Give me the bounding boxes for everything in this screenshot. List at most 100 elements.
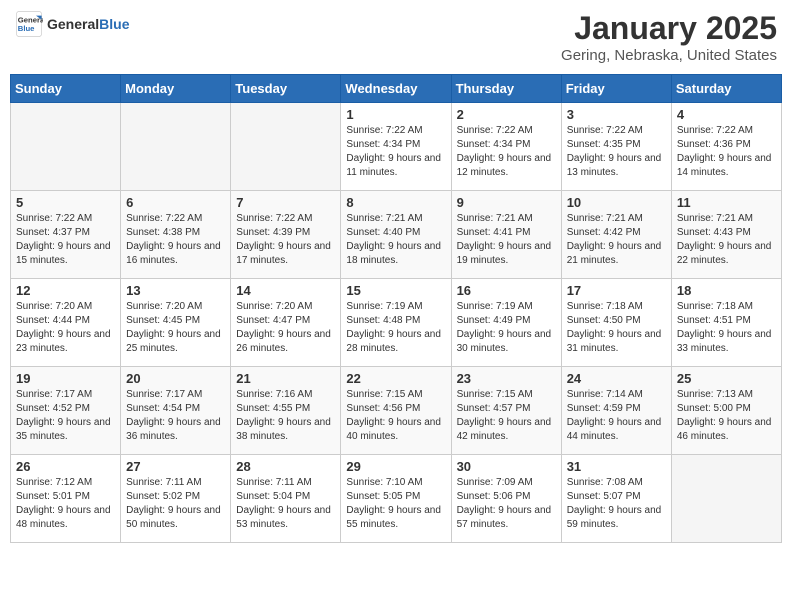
sunset-label: Sunset: 4:38 PM bbox=[126, 227, 200, 238]
day-cell-16: 16Sunrise: 7:19 AMSunset: 4:49 PMDayligh… bbox=[451, 279, 561, 367]
logo: General Blue GeneralBlue bbox=[15, 10, 129, 38]
day-number: 4 bbox=[677, 107, 776, 122]
calendar-week-3: 12Sunrise: 7:20 AMSunset: 4:44 PMDayligh… bbox=[11, 279, 782, 367]
day-info: Sunrise: 7:22 AMSunset: 4:38 PMDaylight:… bbox=[126, 212, 225, 268]
sunrise-label: Sunrise: 7:22 AM bbox=[457, 125, 533, 136]
weekday-header-friday: Friday bbox=[561, 75, 671, 103]
location-title: Gering, Nebraska, United States bbox=[561, 47, 777, 64]
sunset-label: Sunset: 5:00 PM bbox=[677, 403, 751, 414]
sunset-label: Sunset: 4:55 PM bbox=[236, 403, 310, 414]
day-info: Sunrise: 7:21 AMSunset: 4:40 PMDaylight:… bbox=[346, 212, 445, 268]
calendar-week-4: 19Sunrise: 7:17 AMSunset: 4:52 PMDayligh… bbox=[11, 367, 782, 455]
daylight-label: Daylight: 9 hours and 25 minutes. bbox=[126, 329, 221, 354]
sunset-label: Sunset: 4:51 PM bbox=[677, 315, 751, 326]
daylight-label: Daylight: 9 hours and 21 minutes. bbox=[567, 241, 662, 266]
day-number: 16 bbox=[457, 283, 556, 298]
day-cell-7: 7 Sunrise: 7:22 AM Sunset: 4:39 PM Daylight… bbox=[231, 191, 341, 279]
day-number: 29 bbox=[346, 459, 445, 474]
day-info: Sunrise: 7:21 AMSunset: 4:42 PMDaylight:… bbox=[567, 212, 666, 268]
daylight-label: Daylight: 9 hours and 15 minutes. bbox=[16, 241, 111, 266]
sunrise-label: Sunrise: 7:12 AM bbox=[16, 477, 92, 488]
day-number: 1 bbox=[346, 107, 445, 122]
sunrise-label: Sunrise: 7:22 AM bbox=[16, 213, 92, 224]
day-info: Sunrise: 7:17 AMSunset: 4:54 PMDaylight:… bbox=[126, 388, 225, 444]
sunrise-label: Sunrise: 7:17 AM bbox=[16, 389, 92, 400]
day-cell-27: 27Sunrise: 7:11 AMSunset: 5:02 PMDayligh… bbox=[121, 455, 231, 543]
day-info: Sunrise: 7:12 AMSunset: 5:01 PMDaylight:… bbox=[16, 476, 115, 532]
sunrise-label: Sunrise: 7:13 AM bbox=[677, 389, 753, 400]
sunset-label: Sunset: 4:35 PM bbox=[567, 139, 641, 150]
daylight-label: Daylight: 9 hours and 36 minutes. bbox=[126, 417, 221, 442]
sunrise-label: Sunrise: 7:16 AM bbox=[236, 389, 312, 400]
sunrise-label: Sunrise: 7:18 AM bbox=[677, 301, 753, 312]
sunrise-label: Sunrise: 7:20 AM bbox=[126, 301, 202, 312]
calendar-week-2: 5Sunrise: 7:22 AMSunset: 4:37 PMDaylight… bbox=[11, 191, 782, 279]
daylight-label: Daylight: 9 hours and 22 minutes. bbox=[677, 241, 772, 266]
day-info: Sunrise: 7:18 AMSunset: 4:51 PMDaylight:… bbox=[677, 300, 776, 356]
daylight-label: Daylight: 9 hours and 40 minutes. bbox=[346, 417, 441, 442]
weekday-header-sunday: Sunday bbox=[11, 75, 121, 103]
sunrise-label: Sunrise: 7:11 AM bbox=[236, 477, 311, 488]
sunrise-label: Sunrise: 7:15 AM bbox=[346, 389, 422, 400]
day-info: Sunrise: 7:15 AM Sunset: 4:56 PM Daylight:… bbox=[346, 388, 445, 444]
sunset-label: Sunset: 4:59 PM bbox=[567, 403, 641, 414]
daylight-label: Daylight: 9 hours and 23 minutes. bbox=[16, 329, 111, 354]
daylight-label: Daylight: 9 hours and 50 minutes. bbox=[126, 505, 221, 530]
day-number: 11 bbox=[677, 195, 776, 210]
logo-text: GeneralBlue bbox=[47, 16, 129, 32]
day-cell-15: 15Sunrise: 7:19 AMSunset: 4:48 PMDayligh… bbox=[341, 279, 451, 367]
day-cell-21: 21Sunrise: 7:16 AMSunset: 4:55 PMDayligh… bbox=[231, 367, 341, 455]
sunset-label: Sunset: 4:43 PM bbox=[677, 227, 751, 238]
day-number: 7 bbox=[236, 195, 335, 210]
sunrise-label: Sunrise: 7:19 AM bbox=[457, 301, 533, 312]
daylight-label: Daylight: 9 hours and 35 minutes. bbox=[16, 417, 111, 442]
sunset-label: Sunset: 4:39 PM bbox=[236, 227, 310, 238]
day-info: Sunrise: 7:10 AMSunset: 5:05 PMDaylight:… bbox=[346, 476, 445, 532]
daylight-label: Daylight: 9 hours and 53 minutes. bbox=[236, 505, 331, 530]
daylight-label: Daylight: 9 hours and 59 minutes. bbox=[567, 505, 662, 530]
empty-cell bbox=[121, 103, 231, 191]
day-cell-30: 30Sunrise: 7:09 AMSunset: 5:06 PMDayligh… bbox=[451, 455, 561, 543]
day-cell-18: 18Sunrise: 7:18 AMSunset: 4:51 PMDayligh… bbox=[671, 279, 781, 367]
day-cell-1: 1Sunrise: 7:22 AMSunset: 4:34 PMDaylight… bbox=[341, 103, 451, 191]
sunrise-label: Sunrise: 7:10 AM bbox=[346, 477, 422, 488]
day-cell-17: 17Sunrise: 7:18 AMSunset: 4:50 PMDayligh… bbox=[561, 279, 671, 367]
daylight-label: Daylight: 9 hours and 14 minutes. bbox=[677, 153, 772, 178]
sunset-label: Sunset: 5:01 PM bbox=[16, 491, 90, 502]
daylight-label: Daylight: 9 hours and 13 minutes. bbox=[567, 153, 662, 178]
sunrise-label: Sunrise: 7:17 AM bbox=[126, 389, 202, 400]
day-number: 19 bbox=[16, 371, 115, 386]
daylight-label: Daylight: 9 hours and 16 minutes. bbox=[126, 241, 221, 266]
daylight-label: Daylight: 9 hours and 44 minutes. bbox=[567, 417, 662, 442]
day-number: 26 bbox=[16, 459, 115, 474]
sunrise-label: Sunrise: 7:20 AM bbox=[16, 301, 92, 312]
day-info: Sunrise: 7:15 AMSunset: 4:57 PMDaylight:… bbox=[457, 388, 556, 444]
sunrise-label: Sunrise: 7:08 AM bbox=[567, 477, 643, 488]
sunset-label: Sunset: 4:56 PM bbox=[346, 403, 420, 414]
sunset-label: Sunset: 4:40 PM bbox=[346, 227, 420, 238]
sunrise-label: Sunrise: 7:09 AM bbox=[457, 477, 533, 488]
sunrise-label: Sunrise: 7:22 AM bbox=[567, 125, 643, 136]
day-cell-31: 31Sunrise: 7:08 AMSunset: 5:07 PMDayligh… bbox=[561, 455, 671, 543]
daylight-label: Daylight: 9 hours and 17 minutes. bbox=[236, 241, 331, 266]
day-info: Sunrise: 7:21 AMSunset: 4:41 PMDaylight:… bbox=[457, 212, 556, 268]
day-number: 10 bbox=[567, 195, 666, 210]
sunset-label: Sunset: 5:07 PM bbox=[567, 491, 641, 502]
sunset-label: Sunset: 5:04 PM bbox=[236, 491, 310, 502]
weekday-header-wednesday: Wednesday bbox=[341, 75, 451, 103]
sunset-label: Sunset: 4:50 PM bbox=[567, 315, 641, 326]
day-number: 21 bbox=[236, 371, 335, 386]
sunset-label: Sunset: 4:47 PM bbox=[236, 315, 310, 326]
empty-cell bbox=[671, 455, 781, 543]
sunrise-label: Sunrise: 7:22 AM bbox=[236, 213, 312, 224]
day-cell-6: 6Sunrise: 7:22 AMSunset: 4:38 PMDaylight… bbox=[121, 191, 231, 279]
day-info: Sunrise: 7:22 AMSunset: 4:36 PMDaylight:… bbox=[677, 124, 776, 180]
day-number: 30 bbox=[457, 459, 556, 474]
sunset-label: Sunset: 4:49 PM bbox=[457, 315, 531, 326]
day-number: 9 bbox=[457, 195, 556, 210]
day-number: 18 bbox=[677, 283, 776, 298]
sunrise-label: Sunrise: 7:18 AM bbox=[567, 301, 643, 312]
day-number: 13 bbox=[126, 283, 225, 298]
day-number: 28 bbox=[236, 459, 335, 474]
day-number: 15 bbox=[346, 283, 445, 298]
